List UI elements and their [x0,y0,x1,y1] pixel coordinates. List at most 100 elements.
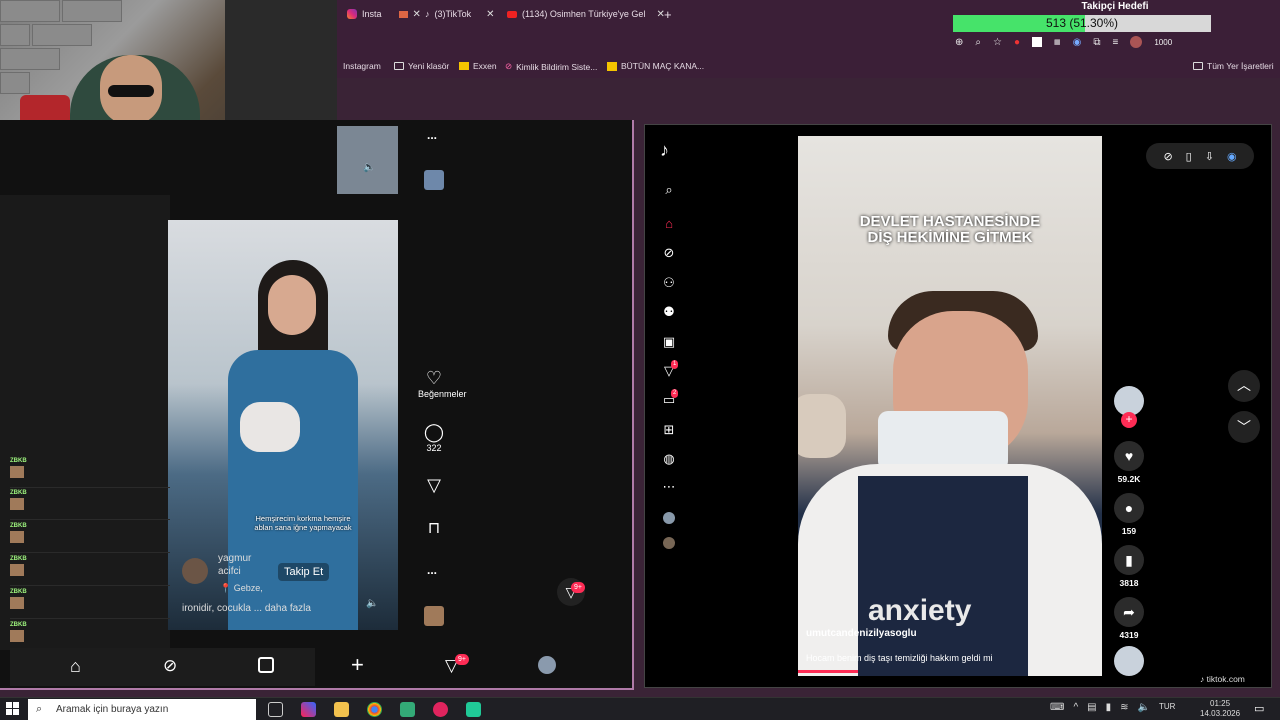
save-button[interactable]: ▮ 3818 [1112,545,1146,588]
explore-icon[interactable]: ⊘ [660,245,678,263]
network-icon[interactable]: ▤ [1087,702,1096,713]
close-tab-icon[interactable]: ✕ [486,9,494,20]
notification-badge: 2 [671,389,679,398]
list-item: ZBKB [10,523,170,553]
following-icon[interactable]: ⚇ [660,275,678,293]
upload-icon[interactable]: ⊞ [660,422,678,440]
bulb-icon[interactable]: ◉ [1227,150,1237,163]
task-view-icon[interactable] [268,702,283,717]
mic-icon[interactable]: ▮ [1106,702,1112,713]
tab-instagram[interactable]: Insta ✕ [347,4,421,24]
profile-icon[interactable]: ◍ [660,451,678,469]
more-options-icon[interactable]: ... [427,128,437,142]
chrome-icon[interactable] [367,702,382,717]
download-icon[interactable]: ⇩ [1205,150,1214,163]
notification-icon[interactable]: ▭ [1254,702,1264,715]
save-button[interactable]: ⊓ [418,518,450,538]
video-icon[interactable] [258,657,274,673]
avatar[interactable] [663,537,675,549]
right-video-player[interactable]: DEVLET HASTANESİNDE DİŞ HEKİMİNE GİTMEK … [798,136,1102,676]
tab-youtube[interactable]: (1134) Osimhen Türkiye'ye Gel ✕ [507,4,665,24]
live-icon[interactable]: ▣ [660,334,678,352]
app-icon[interactable] [400,702,415,717]
chevron-up-icon[interactable]: ︿ [1228,370,1260,402]
bookmarks-bar: Instagram Yeni klasör Exxen ⊘ Kimlik Bild… [337,56,1280,78]
follow-plus-button[interactable]: + [1121,412,1137,428]
translate-icon[interactable]: ⊕ [955,37,963,48]
chevron-up-icon[interactable]: ^ [1073,702,1078,713]
phone-icon[interactable]: ▯ [1186,150,1192,163]
inbox-button[interactable]: ▽ 9+ [557,578,585,606]
clock[interactable]: 01:25 14.03.2026 [1200,699,1240,719]
volume-icon[interactable]: 🔈 [363,162,375,173]
avatar[interactable] [663,512,675,524]
video-description[interactable]: ironidir, cocukla ... daha fazla [182,603,311,614]
windows-start-icon[interactable] [6,702,19,715]
extension-icon[interactable] [1032,37,1043,47]
bookmark-instagram[interactable]: Instagram [343,61,381,71]
music-disc[interactable] [424,606,444,626]
bookmark-folder[interactable]: Yeni klasör [394,61,449,71]
avatar[interactable] [538,656,556,674]
taskbar-search-input[interactable]: ⌕ Aramak için buraya yazın [28,699,256,720]
puzzle-icon[interactable]: ⧉ [1093,37,1100,48]
goal-progress-text: 513 (51.30%) [1045,16,1119,30]
wifi-icon[interactable]: ≋ [1120,702,1128,713]
follow-button[interactable]: Takip Et [278,563,330,581]
menu-icon[interactable]: ≡ [1113,37,1119,48]
comment-button[interactable]: ● 159 [1112,493,1146,536]
comment-button[interactable]: ◯ 322 [418,422,450,453]
avatar[interactable] [424,170,444,190]
extension-icon[interactable]: ▦ [1054,38,1061,46]
avatar[interactable] [182,558,208,584]
extension-icon[interactable]: ● [1014,37,1020,48]
app-icon[interactable] [466,702,481,717]
left-video-player[interactable]: Hemşirecim korkma hemşire ablan sana iğn… [168,220,398,630]
watermark: ♪ tiktok.com [1200,674,1245,684]
all-bookmarks[interactable]: Tüm Yer İşaretleri [1193,61,1274,71]
tiktok-icon: ♪ [425,9,430,19]
more-options-icon[interactable]: ... [427,563,437,577]
progress-bar[interactable] [798,670,858,673]
plus-icon[interactable]: + [351,652,364,678]
tiktok-logo-icon[interactable]: ♪ [660,140,669,161]
star-icon[interactable]: ☆ [993,37,1002,48]
bookmark-mac[interactable]: BÜTÜN MAÇ KANA... [607,61,704,71]
compass-icon[interactable]: ⊘ [163,656,177,676]
video-title: DEVLET HASTANESİNDE DİŞ HEKİMİNE GİTMEK [859,213,1041,246]
zoom-icon[interactable]: ⌕ [975,37,981,48]
chevron-down-icon[interactable]: ﹀ [1228,411,1260,443]
file-explorer-icon[interactable] [334,702,349,717]
like-button[interactable]: ♥ 59.2K [1112,441,1146,484]
avatar[interactable] [1130,36,1143,48]
copilot-icon[interactable] [301,702,316,717]
messages-icon[interactable]: ▽ 1 [660,360,679,381]
tab-tiktok[interactable]: ♪ (3)TikTok ✕ [425,4,495,24]
activity-icon[interactable]: ▭ 2 [660,389,679,410]
search-icon[interactable]: ⌕ [660,182,678,200]
keyboard-icon[interactable]: ⌨ [1050,702,1064,713]
previous-video[interactable]: 🔈 [337,126,398,194]
notification-badge: 9+ [455,654,469,665]
compass-icon[interactable]: ⊘ [1163,150,1172,163]
home-icon[interactable]: ⌂ [70,656,81,677]
extension-icon[interactable]: ◉ [1073,37,1082,48]
bookmark-kimlik[interactable]: ⊘ Kimlik Bildirim Siste... [505,61,597,72]
close-tab-icon[interactable]: ✕ [413,9,421,20]
share-icon: ➦ [1114,597,1144,627]
obs-icon[interactable] [433,702,448,717]
share-button[interactable]: ▽ [418,475,450,496]
send-icon[interactable]: ▽ 9+ [445,654,469,676]
folder-icon [394,62,404,70]
like-button[interactable]: ♡ Beğenmeler [418,368,467,399]
share-button[interactable]: ➦ 4319 [1112,597,1146,640]
new-tab-button[interactable]: + [664,4,672,24]
volume-icon[interactable]: 🔈 [1138,702,1150,713]
author-name[interactable]: umutcandenizilyasoglu [806,628,917,639]
more-icon[interactable]: ⋯ [660,479,678,497]
volume-icon[interactable]: 🔈 [366,598,378,609]
home-icon[interactable]: ⌂ [660,216,678,234]
music-disc[interactable] [1114,646,1144,676]
friends-icon[interactable]: ⚉ [660,304,678,322]
bookmark-exxen[interactable]: Exxen [459,61,497,71]
